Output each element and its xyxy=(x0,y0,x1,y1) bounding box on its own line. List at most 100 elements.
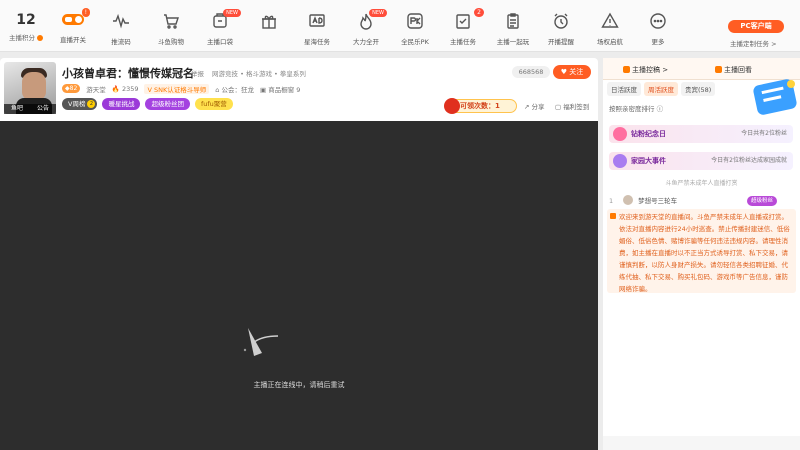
shop-icon: ▣ xyxy=(259,85,267,94)
shop-window[interactable]: ▣ 商品橱窗 9 xyxy=(260,84,300,94)
toolbar-item-launch[interactable]: 场权启航 xyxy=(587,12,633,48)
toolbar-item-play-together[interactable]: 主播一起玩 xyxy=(490,12,536,48)
tab-anchor-control[interactable]: 主播控稿 > xyxy=(623,65,668,75)
popularity-count: 668568 xyxy=(512,66,550,78)
waveform-icon xyxy=(112,12,130,30)
toolbar-item-label: 主播一起玩 xyxy=(496,38,530,46)
anchor-score-value: 12 xyxy=(16,12,36,28)
category-breadcrumb[interactable]: 网游竞技 • 格斗游戏 • 拳皇系列 xyxy=(212,68,306,78)
welcome-announcement: 欢迎来到游天堂的直播间。斗鱼严禁未成年人直播或打赏。依法对直播内容进行24小时巡… xyxy=(607,209,796,293)
replay-icon xyxy=(715,66,722,73)
weekly-rank-pill[interactable]: V周榜 xyxy=(62,98,98,110)
super-fan-tag: 超级粉丝 xyxy=(746,196,777,206)
event-diamond-anniversary[interactable]: 钻粉纪念日 今日共有2位粉丝 xyxy=(609,125,793,143)
level-badge: ◆ 82 xyxy=(62,84,81,93)
share-icon: ↗ xyxy=(524,103,530,111)
loading-spinner-icon xyxy=(243,328,279,356)
chat-input-area[interactable] xyxy=(603,436,800,450)
fans-count: 🔥 2359 xyxy=(111,84,139,93)
calendar-icon: ▢ xyxy=(555,103,562,111)
rank-icon xyxy=(623,66,630,73)
toolbar-item-star-sea[interactable]: 星海任务 xyxy=(294,12,340,48)
clipboard-icon xyxy=(504,12,522,30)
rank-description: 按照亲密度排行 ⓘ xyxy=(609,105,664,113)
task-check-icon xyxy=(454,12,472,30)
guild-icon: ⌂ xyxy=(215,85,220,94)
ad-icon xyxy=(308,12,326,30)
anchor-score[interactable]: 12 主播积分 xyxy=(0,12,52,42)
toolbar-item-label: 直播开关 xyxy=(60,36,86,44)
flame-icon: 🔥 xyxy=(111,84,120,93)
top-toolbar: 12 主播积分 ! 直播开关 推流码 斗鱼购物 NEW 主播口袋 星海任务 NE… xyxy=(0,0,800,52)
user-name: 梦想号三轮车 xyxy=(638,197,678,205)
toolbar-item-label: 场权启航 xyxy=(597,38,623,46)
gift-bag-icon xyxy=(444,98,460,114)
alarm-clock-icon xyxy=(552,12,570,30)
pk-icon xyxy=(406,12,424,30)
claim-count-button[interactable]: 可领次数：1 xyxy=(444,98,517,114)
toolbar-item-label: 主播任务 xyxy=(450,38,476,46)
certification-badge: V SNK认证格斗导师 xyxy=(144,83,210,94)
fufu-camp-pill[interactable]: fufu聚营 xyxy=(194,98,233,110)
toolbar-item-shopping[interactable]: 斗鱼购物 xyxy=(148,12,194,48)
home-event-icon xyxy=(613,154,627,168)
tab-anchor-replay[interactable]: 主播回看 xyxy=(715,65,752,75)
list-item[interactable]: 1 梦想号三轮车 超级粉丝 xyxy=(609,194,795,208)
toolbar-item-label: 开播提醒 xyxy=(548,38,574,46)
toggle-badge: ! xyxy=(81,8,90,17)
toolbar-item-label: 更多 xyxy=(651,38,665,46)
sign-in-button[interactable]: ▢ 福利签到 xyxy=(555,101,589,111)
minor-notice: 斗鱼严禁未成年人直播打赏 xyxy=(665,180,738,187)
toolbar-item-label: 星海任务 xyxy=(304,38,330,46)
toggle-switch-icon[interactable] xyxy=(62,14,84,25)
toolbar-item-anchor-task[interactable]: 2 主播任务 xyxy=(440,8,486,48)
diamond-fan-icon xyxy=(613,127,627,141)
toolbar-item-power[interactable]: NEW 大力全开 xyxy=(343,9,389,48)
anchor-custom-task-link[interactable]: 主播定制任务 > xyxy=(730,38,777,48)
tab-vip[interactable]: 贵宾(58) xyxy=(681,82,716,96)
tab-weekly-activity[interactable]: 周活跃度 xyxy=(644,82,678,96)
anchor-task-badge-icon[interactable] xyxy=(749,76,799,118)
announcement-tag[interactable]: 公告 xyxy=(30,104,56,114)
gift-icon xyxy=(260,12,278,30)
avatar xyxy=(623,195,634,205)
toolbar-item-stream-key[interactable]: 推流码 xyxy=(98,12,144,48)
stream-title: 小孩曾卓君：懂憬传媒冠名 xyxy=(62,67,194,80)
toolbar-item-pk[interactable]: 全民乐PK xyxy=(392,12,438,48)
tab-daily-activity[interactable]: 日活跃度 xyxy=(607,82,641,96)
shopping-cart-icon xyxy=(162,12,180,30)
fish-bar-tag[interactable]: 鱼吧 xyxy=(4,104,30,114)
toolbar-item-pocket[interactable]: NEW 主播口袋 xyxy=(197,9,243,48)
toolbar-item-label: 斗鱼购物 xyxy=(158,38,184,46)
streamer-nickname[interactable]: 游天堂 xyxy=(86,84,106,94)
toolbar-item-gift[interactable] xyxy=(246,12,292,48)
video-status-message: 主播正在连线中，请稍后重试 xyxy=(253,381,345,389)
anchor-score-label: 主播积分 xyxy=(9,34,35,42)
new-badge: NEW xyxy=(223,9,241,17)
main-panel: 鱼吧 公告 小孩曾卓君：懂憬传媒冠名 举报 网游竞技 • 格斗游戏 • 拳皇系列… xyxy=(0,58,598,450)
warm-star-challenge-pill[interactable]: 暖星挑战 xyxy=(102,98,141,110)
activity-subtabs: 日活跃度 周活跃度 贵宾(58) xyxy=(607,82,716,96)
streamer-info-row: ◆ 82 游天堂 🔥 2359 V SNK认证格斗导师 ⌂ 公会：狂龙 ▣ 商品橱… xyxy=(62,83,300,94)
toolbar-item-more[interactable]: 更多 xyxy=(635,12,681,48)
pc-client-button[interactable]: PC客户端 xyxy=(728,20,784,33)
more-dots-icon xyxy=(649,12,667,30)
toolbar-item-label: 全民乐PK xyxy=(401,38,429,46)
right-panel: 主播控稿 > 主播回看 日活跃度 周活跃度 贵宾(58) 按照亲密度排行 ⓘ 钻… xyxy=(603,58,800,450)
warning-icon xyxy=(601,12,619,30)
toolbar-item-label: 大力全开 xyxy=(353,38,379,46)
badge-pills-row: V周榜 暖星挑战 超级粉丝团 fufu聚营 xyxy=(62,98,233,110)
toolbar-item-live-switch[interactable]: ! 直播开关 xyxy=(50,8,96,48)
video-player[interactable]: 主播正在连线中，请稍后重试 xyxy=(0,121,598,450)
event-home-milestone[interactable]: 家园大事件 今日有2位粉丝达成家园成就 xyxy=(609,152,793,170)
task-count-badge: 2 xyxy=(474,8,484,17)
user-rank: 1 xyxy=(609,197,614,205)
question-icon xyxy=(37,35,43,41)
toolbar-item-live-reminder[interactable]: 开播提醒 xyxy=(538,12,584,48)
new-badge: NEW xyxy=(369,9,387,17)
share-button[interactable]: ↗ 分享 xyxy=(524,101,545,111)
super-fan-club-pill[interactable]: 超级粉丝团 xyxy=(145,98,190,110)
follow-button[interactable]: ♥ 关注 xyxy=(553,65,591,79)
report-link[interactable]: 举报 xyxy=(191,68,204,78)
guild-info[interactable]: ⌂ 公会：狂龙 xyxy=(215,84,254,94)
